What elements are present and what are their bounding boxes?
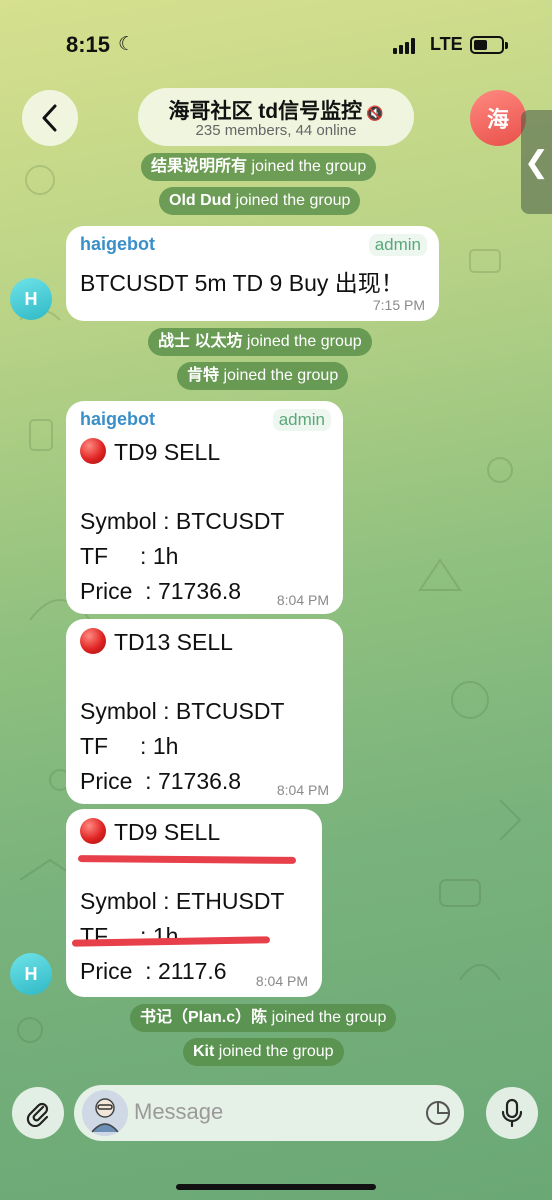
- service-message: 肯特 joined the group: [177, 362, 349, 390]
- service-message: Old Dud joined the group: [159, 187, 361, 215]
- group-avatar[interactable]: 海: [470, 90, 526, 146]
- attach-button[interactable]: [12, 1087, 64, 1139]
- signal-text: TD9 SELL: [114, 819, 221, 845]
- service-user-name[interactable]: 战士 以太坊: [158, 333, 242, 350]
- message-bubble[interactable]: TD9 SELL Symbol : ETHUSDT TF : 1h Price …: [66, 809, 322, 997]
- service-user-name[interactable]: 结果说明所有: [151, 158, 247, 175]
- message-bubble[interactable]: TD13 SELL Symbol : BTCUSDT TF : 1h Price…: [66, 619, 343, 804]
- red-circle-icon: [80, 628, 106, 654]
- message-time: 8:04 PM: [255, 973, 308, 989]
- timeframe-line: TF : 1h: [80, 543, 179, 569]
- chat-header[interactable]: 海哥社区 td信号监控 🔇 235 members, 44 online: [138, 88, 414, 146]
- message-time: 8:04 PM: [276, 592, 329, 608]
- symbol-line: Symbol : ETHUSDT: [80, 888, 285, 914]
- message-time: 8:04 PM: [276, 782, 329, 798]
- sender-name[interactable]: haigebot: [80, 234, 155, 255]
- service-user-name[interactable]: Old Dud: [169, 192, 231, 209]
- home-indicator[interactable]: [176, 1184, 376, 1190]
- signal-line: TD13 SELL: [80, 628, 233, 656]
- service-text: joined the group: [271, 1009, 387, 1026]
- status-time: 8:15: [66, 32, 111, 57]
- red-circle-icon: [80, 818, 106, 844]
- price-line: Price : 71736.8: [80, 768, 242, 794]
- admin-badge: admin: [272, 409, 331, 431]
- message-bubble[interactable]: haigebot admin BTCUSDT 5m TD 9 Buy 出现！ 7…: [66, 226, 439, 321]
- service-text: joined the group: [218, 1043, 334, 1060]
- battery-cap: [505, 42, 508, 49]
- service-text: joined the group: [235, 192, 351, 209]
- voice-message-button[interactable]: [486, 1087, 538, 1139]
- user-avatar[interactable]: H: [10, 278, 52, 320]
- focus-moon-icon: ☾: [118, 34, 136, 55]
- back-button[interactable]: [22, 90, 78, 146]
- signal-line: TD9 SELL: [80, 438, 220, 466]
- chevron-left-icon: [42, 104, 57, 132]
- service-text: joined the group: [251, 158, 367, 175]
- service-text: joined the group: [246, 333, 362, 350]
- paperclip-icon: [26, 1102, 49, 1127]
- service-user-name[interactable]: 肯特: [187, 367, 219, 384]
- microphone-icon: [501, 1098, 523, 1128]
- message-input[interactable]: Message: [134, 1099, 223, 1125]
- battery-icon: [470, 36, 504, 54]
- message-time: 7:15 PM: [372, 297, 425, 313]
- speaker-muted-icon: 🔇: [366, 105, 384, 121]
- price-line: Price : 71736.8: [80, 578, 242, 604]
- red-circle-icon: [80, 438, 106, 464]
- chat-title: 海哥社区 td信号监控: [168, 100, 363, 123]
- signal-text: TD9 SELL: [114, 439, 221, 465]
- sender-name[interactable]: haigebot: [80, 409, 155, 430]
- status-bar: 8:15 ☾ LTE: [0, 0, 552, 90]
- symbol-line: Symbol : BTCUSDT: [80, 508, 285, 534]
- service-message: 结果说明所有 joined the group: [141, 153, 377, 181]
- signal-line: TD9 SELL: [80, 818, 220, 846]
- send-as-avatar[interactable]: [82, 1090, 128, 1136]
- price-line: Price : 2117.6: [80, 958, 227, 984]
- symbol-line: Symbol : BTCUSDT: [80, 698, 285, 724]
- sticker-icon[interactable]: [424, 1099, 452, 1127]
- service-user-name[interactable]: Kit: [193, 1043, 214, 1060]
- signal-text: TD13 SELL: [114, 629, 233, 655]
- chat-title-row: 海哥社区 td信号监控 🔇: [138, 95, 414, 125]
- cellular-signal-icon: [393, 38, 417, 54]
- side-panel-handle[interactable]: ❮: [521, 110, 552, 214]
- service-text: joined the group: [223, 367, 339, 384]
- service-user-name[interactable]: 书记（Plan.c）陈: [140, 1009, 267, 1026]
- message-field[interactable]: Message: [74, 1085, 464, 1141]
- chat-subtitle: 235 members, 44 online: [195, 122, 357, 139]
- service-message: Kit joined the group: [183, 1038, 344, 1066]
- network-type: LTE: [430, 34, 463, 54]
- message-text: BTCUSDT 5m TD 9 Buy 出现！: [80, 270, 404, 296]
- user-avatar[interactable]: H: [10, 953, 52, 995]
- service-message: 战士 以太坊 joined the group: [148, 328, 372, 356]
- message-bubble[interactable]: haigebot admin TD9 SELL Symbol : BTCUSDT…: [66, 401, 343, 614]
- avatar-illustration: [82, 1090, 128, 1136]
- admin-badge: admin: [368, 234, 427, 256]
- timeframe-line: TF : 1h: [80, 733, 179, 759]
- service-message: 书记（Plan.c）陈 joined the group: [130, 1004, 397, 1032]
